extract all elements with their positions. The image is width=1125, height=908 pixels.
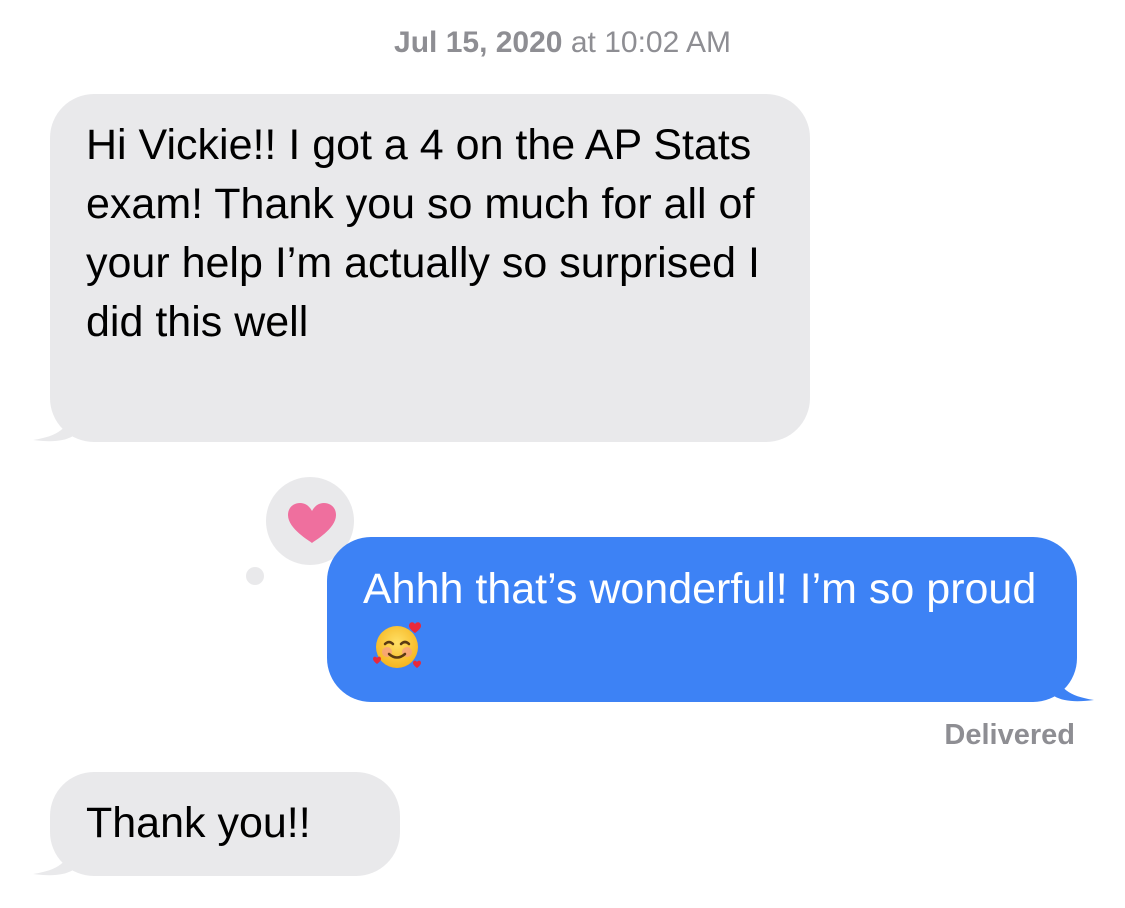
message-text: Thank you!! — [86, 799, 311, 847]
heart-icon — [288, 503, 336, 543]
timestamp-at: at — [562, 26, 605, 59]
timestamp-date: Jul 15, 2020 — [394, 26, 563, 59]
bubble-tail-icon — [33, 412, 73, 442]
delivery-status: Delivered — [944, 719, 1075, 751]
conversation-timestamp: Jul 15, 2020 at 10:02 AM — [0, 26, 1125, 60]
message-text: Hi Vickie!! I got a 4 on the AP Stats ex… — [86, 121, 760, 346]
timestamp-time: 10:02 AM — [604, 26, 731, 59]
sent-message-bubble[interactable]: Ahhh that’s wonderful! I’m so proud — [327, 537, 1094, 702]
received-message-bubble[interactable]: Hi Vickie!! I got a 4 on the AP Stats ex… — [33, 94, 810, 442]
reaction-tail-dot — [246, 567, 264, 585]
smiling-face-with-hearts-icon — [373, 622, 421, 668]
bubble-tail-icon — [1054, 672, 1094, 702]
received-message-bubble[interactable]: Thank you!! — [33, 772, 400, 876]
message-text: Ahhh that’s wonderful! I’m so proud — [363, 565, 1037, 613]
bubble-tail-icon — [33, 846, 73, 876]
